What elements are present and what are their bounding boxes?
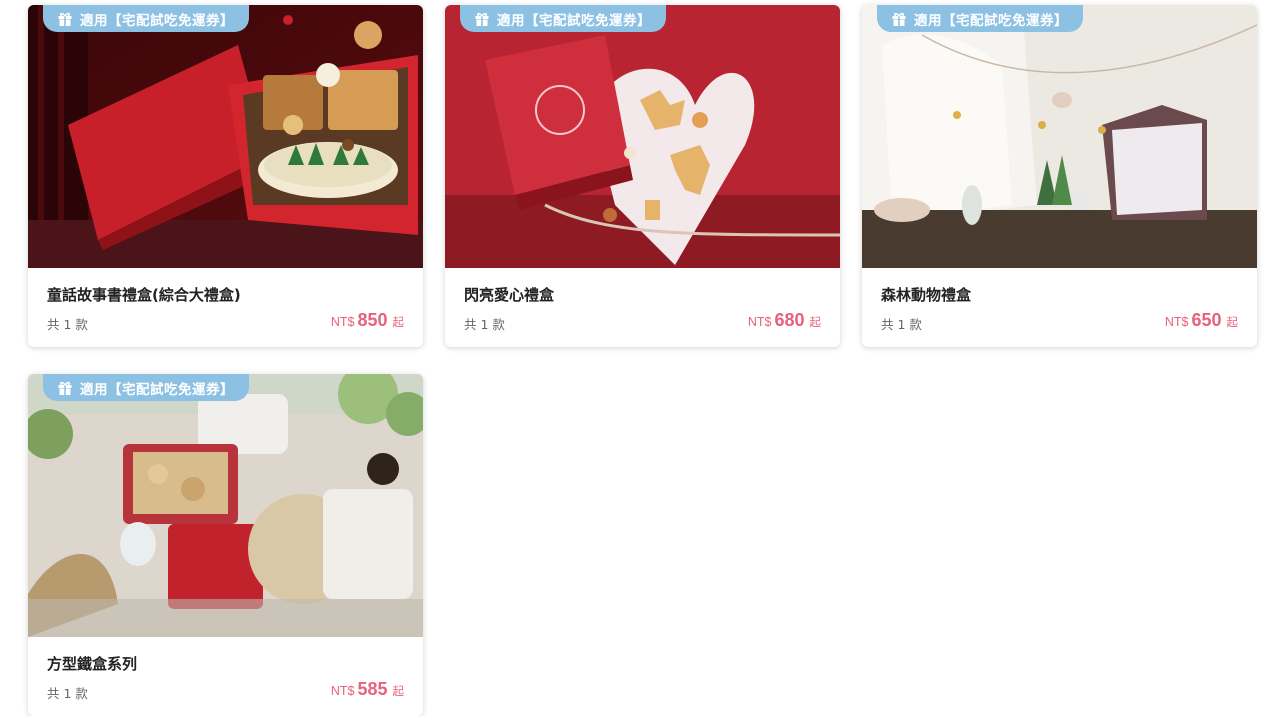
- gift-icon: [57, 11, 73, 27]
- coupon-badge-label: 適用【宅配試吃免運券】: [914, 12, 1068, 29]
- coupon-badge-label: 適用【宅配試吃免運券】: [80, 381, 234, 398]
- coupon-badge: 適用【宅配試吃免運券】: [43, 5, 249, 32]
- product-price: NT$ 650 起: [1165, 310, 1238, 331]
- product-title[interactable]: 童話故事書禮盒(綜合大禮盒): [47, 284, 241, 305]
- price-suffix: 起: [1226, 315, 1239, 329]
- price-value: 585: [357, 679, 388, 699]
- price-suffix: 起: [392, 684, 405, 698]
- gift-icon: [891, 11, 907, 27]
- gift-icon: [57, 380, 73, 396]
- product-card[interactable]: 適用【宅配試吃免運券】 方型鐵盒系列 共 1 款 NT$ 585 起: [28, 374, 423, 716]
- product-title[interactable]: 方型鐵盒系列: [47, 653, 137, 674]
- product-image[interactable]: [445, 5, 840, 268]
- product-price: NT$ 850 起: [331, 310, 404, 331]
- gift-icon: [474, 11, 490, 27]
- price-currency: NT$: [330, 684, 355, 698]
- price-suffix: 起: [809, 315, 822, 329]
- coupon-badge: 適用【宅配試吃免運券】: [877, 5, 1083, 32]
- product-count: 共 1 款: [47, 317, 88, 332]
- price-currency: NT$: [747, 315, 772, 329]
- coupon-badge: 適用【宅配試吃免運券】: [460, 5, 666, 32]
- coupon-badge: 適用【宅配試吃免運券】: [43, 374, 249, 401]
- coupon-badge-label: 適用【宅配試吃免運券】: [497, 12, 651, 29]
- product-title[interactable]: 森林動物禮盒: [881, 284, 971, 305]
- product-card[interactable]: 適用【宅配試吃免運券】 童話故事書禮盒(綜合大禮盒) 共 1 款 NT$ 850…: [28, 5, 423, 347]
- product-card[interactable]: 適用【宅配試吃免運券】 閃亮愛心禮盒 共 1 款 NT$ 680 起: [445, 5, 840, 347]
- product-price: NT$ 680 起: [748, 310, 821, 331]
- product-image[interactable]: [28, 374, 423, 637]
- product-price: NT$ 585 起: [331, 679, 404, 700]
- product-count: 共 1 款: [881, 317, 922, 332]
- price-currency: NT$: [330, 315, 355, 329]
- price-suffix: 起: [392, 315, 405, 329]
- coupon-badge-label: 適用【宅配試吃免運券】: [80, 12, 234, 29]
- price-value: 680: [774, 310, 805, 330]
- product-count: 共 1 款: [464, 317, 505, 332]
- product-image[interactable]: [28, 5, 423, 268]
- product-card[interactable]: 適用【宅配試吃免運券】 森林動物禮盒 共 1 款 NT$ 650 起: [862, 5, 1257, 347]
- price-value: 650: [1191, 310, 1222, 330]
- price-currency: NT$: [1164, 315, 1189, 329]
- price-value: 850: [357, 310, 388, 330]
- product-image[interactable]: [862, 5, 1257, 268]
- product-title[interactable]: 閃亮愛心禮盒: [464, 284, 554, 305]
